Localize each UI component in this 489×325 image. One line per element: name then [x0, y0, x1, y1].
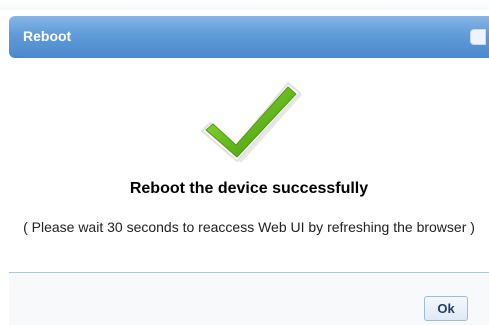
- success-message: Reboot the device successfully: [129, 180, 369, 197]
- checkmark-success-icon: [201, 82, 302, 163]
- dialog-title: Reboot: [23, 28, 72, 44]
- dialog-titlebar: Reboot: [9, 16, 489, 58]
- close-icon[interactable]: [470, 29, 486, 45]
- wait-note: ( Please wait 30 seconds to reaccess Web…: [23, 219, 475, 235]
- dialog-footer: Ok: [9, 273, 489, 325]
- background-strip: [0, 0, 489, 10]
- page: Reboot Reboot the device successfully ( …: [0, 0, 489, 325]
- reboot-dialog: Reboot Reboot the device successfully ( …: [9, 10, 489, 325]
- ok-button[interactable]: Ok: [424, 296, 468, 321]
